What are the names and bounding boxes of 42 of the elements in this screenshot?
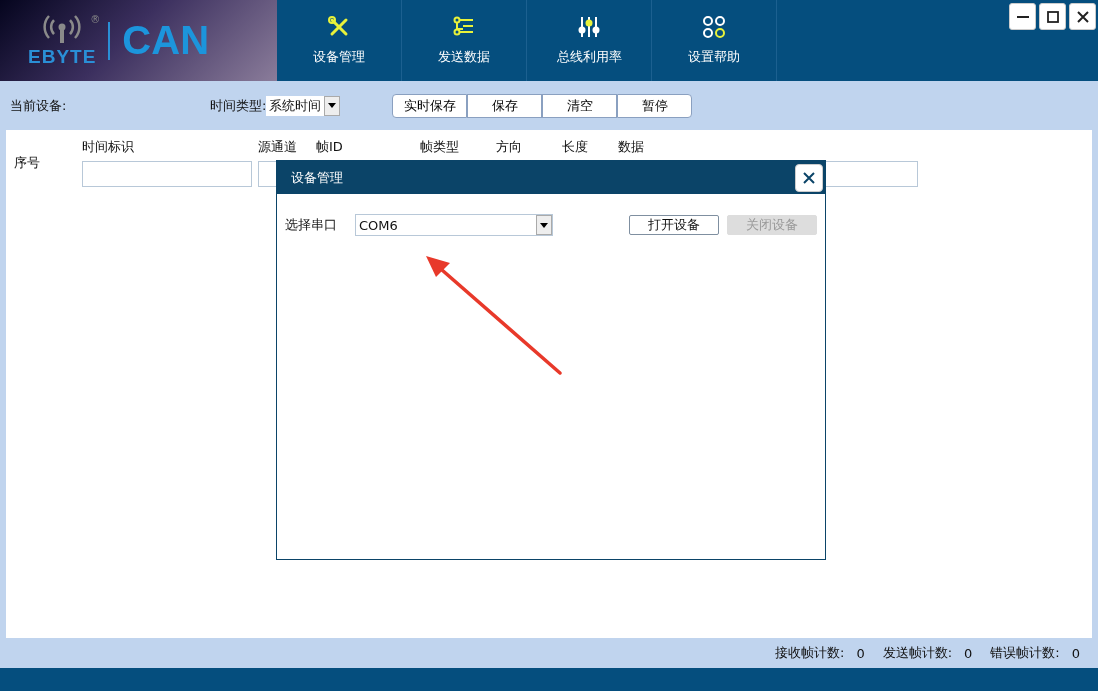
antenna-icon [42,13,83,44]
column-header: 时间标识 [82,138,134,156]
dropdown-arrow-icon [540,222,548,228]
toolbar-button[interactable]: 实时保存 [392,93,468,118]
column-header: 帧ID [316,138,343,156]
status-value: 0 [964,645,973,661]
dropdown-arrow-icon [328,103,337,108]
status-label: 接收帧计数: [775,644,845,662]
toolbar-button[interactable]: 保存 [467,93,543,118]
device-button[interactable]: 打开设备 [629,215,719,235]
status-label: 错误帧计数: [990,644,1060,662]
minimize-icon [1015,15,1030,18]
registered-mark: ® [90,13,101,25]
minimize-button[interactable] [1009,3,1036,30]
toolbar-button[interactable]: 暂停 [617,93,693,118]
port-label: 选择串口 [285,216,337,234]
time-type-dropdown[interactable]: 系统时间 [266,95,341,116]
maximize-icon [1045,9,1060,24]
dialog-title: 设备管理 [291,168,343,187]
column-header: 数据 [618,138,644,156]
maximize-button[interactable] [1039,3,1066,30]
close-icon [803,171,815,184]
circles-icon [702,15,726,39]
brand-name: EBYTE [28,45,97,68]
product-name: CAN [122,18,210,63]
column-header: 方向 [496,138,522,156]
status-label: 发送帧计数: [882,644,953,662]
time-type-label: 时间类型: [210,96,267,115]
close-button[interactable] [795,163,823,192]
filter-field[interactable] [82,161,252,187]
current-device-label: 当前设备: [10,96,68,115]
sliders-icon [577,15,601,39]
column-header: 源通道 [258,138,297,156]
status-value: 0 [856,645,865,661]
close-button[interactable] [1069,3,1096,30]
column-header: 帧类型 [420,138,459,156]
port-dropdown[interactable]: COM6 [355,214,553,236]
column-header: 长度 [562,138,588,156]
close-icon [1075,9,1090,24]
status-value: 0 [1071,645,1080,661]
column-header: 序号 [14,154,41,172]
toolbar-button[interactable]: 清空 [542,93,618,118]
